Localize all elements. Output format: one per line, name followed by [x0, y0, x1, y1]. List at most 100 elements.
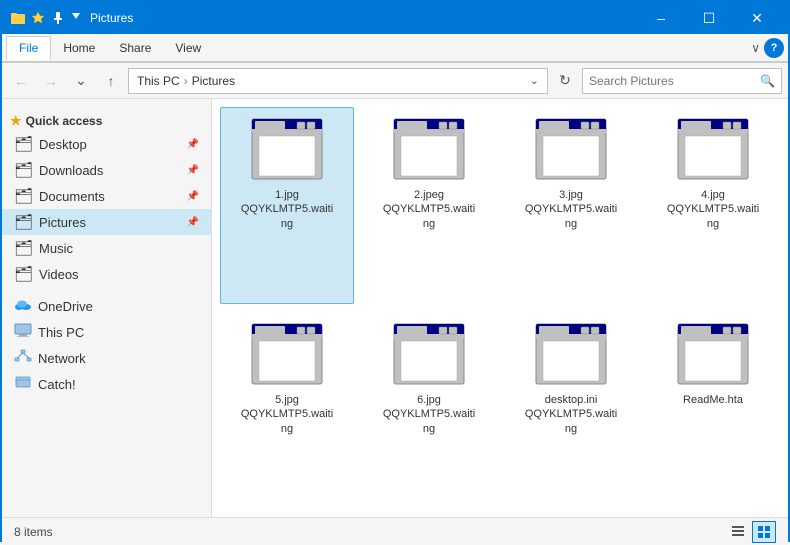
view-controls	[726, 521, 776, 543]
file-label-5: 5.jpgQQYKLMTP5.waiting	[240, 393, 335, 436]
folder-icon-videos: 🗂	[14, 265, 33, 283]
sidebar-item-downloads[interactable]: 🗂 Downloads 📌	[2, 157, 211, 183]
file-icon-2	[389, 114, 469, 184]
window-controls: – ☐ ✕	[638, 2, 780, 34]
pin-icon-downloads: 📌	[187, 165, 199, 176]
breadcrumb-thispc: This PC	[137, 74, 180, 88]
file-area: 1.jpgQQYKLMTP5.waiting 2.jpegQQYKLMTP5.	[212, 99, 788, 517]
sidebar-item-videos[interactable]: 🗂 Videos	[2, 261, 211, 287]
pin-icon-desktop: 📌	[187, 139, 199, 150]
title-bar: Pictures – ☐ ✕	[2, 2, 788, 34]
file-label-3: 3.jpgQQYKLMTP5.waiting	[524, 188, 619, 231]
search-box[interactable]: 🔍	[582, 68, 782, 94]
folder-icon-pictures: 🗂	[14, 213, 33, 231]
folder-icon	[10, 10, 26, 26]
sidebar-label-desktop: Desktop	[39, 137, 87, 152]
main-area: ★ Quick access 🗂 Desktop 📌 🗂 Downloads 📌…	[2, 99, 788, 517]
folder-icon-downloads: 🗂	[14, 161, 33, 179]
file-icon-3	[531, 114, 611, 184]
sidebar-item-onedrive[interactable]: OneDrive	[2, 293, 211, 319]
sidebar-label-catch: Catch!	[38, 377, 76, 392]
title-bar-icons	[10, 10, 82, 26]
file-label-4: 4.jpgQQYKLMTP5.waiting	[666, 188, 761, 231]
sidebar-label-music: Music	[39, 241, 73, 256]
sidebar-item-network[interactable]: Network	[2, 345, 211, 371]
sidebar-item-desktop[interactable]: 🗂 Desktop 📌	[2, 131, 211, 157]
file-item-3[interactable]: 3.jpgQQYKLMTP5.waiting	[504, 107, 638, 304]
sidebar-label-downloads: Downloads	[39, 163, 103, 178]
sidebar-item-music[interactable]: 🗂 Music	[2, 235, 211, 261]
folder-icon-desktop: 🗂	[14, 135, 33, 153]
window-title: Pictures	[90, 11, 638, 25]
address-bar: ← → ⌄ ↑ This PC › Pictures ⌄ ↻ 🔍	[2, 63, 788, 99]
file-item-readme[interactable]: ReadMe.hta	[646, 312, 780, 509]
file-label-2: 2.jpegQQYKLMTP5.waiting	[382, 188, 477, 231]
sidebar-label-onedrive: OneDrive	[38, 299, 93, 314]
help-button[interactable]: ?	[764, 38, 784, 58]
file-icon-1	[247, 114, 327, 184]
sidebar-label-documents: Documents	[39, 189, 105, 204]
pin-icon	[50, 10, 66, 26]
sidebar-label-videos: Videos	[39, 267, 79, 282]
file-icon-5	[247, 319, 327, 389]
folder-icon-documents: 🗂	[14, 187, 33, 205]
catch-icon	[14, 375, 32, 393]
file-item-4[interactable]: 4.jpgQQYKLMTP5.waiting	[646, 107, 780, 304]
quick-access-icon	[30, 10, 46, 26]
ribbon-collapse-button[interactable]: ∨	[751, 41, 760, 55]
ribbon-tab-right: ∨ ?	[751, 38, 784, 58]
file-item-desktop-ini[interactable]: desktop.iniQQYKLMTP5.waiting	[504, 312, 638, 509]
pin-icon-documents: 📌	[187, 191, 199, 202]
network-icon	[14, 349, 32, 367]
sidebar: ★ Quick access 🗂 Desktop 📌 🗂 Downloads 📌…	[2, 99, 212, 517]
pin-icon-pictures: 📌	[187, 217, 199, 228]
file-grid: 1.jpgQQYKLMTP5.waiting 2.jpegQQYKLMTP5.	[220, 107, 780, 509]
path-dropdown-button[interactable]: ⌄	[530, 74, 539, 87]
file-icon-4	[673, 114, 753, 184]
up-button[interactable]: ↑	[98, 68, 124, 94]
recent-dropdown-button[interactable]: ⌄	[68, 68, 94, 94]
tab-view[interactable]: View	[163, 37, 213, 59]
search-input[interactable]	[589, 74, 760, 88]
list-view-button[interactable]	[726, 521, 750, 543]
tab-home[interactable]: Home	[51, 37, 107, 59]
file-icon-readme	[673, 319, 753, 389]
thispc-icon	[14, 323, 32, 341]
file-item-5[interactable]: 5.jpgQQYKLMTP5.waiting	[220, 312, 354, 509]
back-button[interactable]: ←	[8, 68, 34, 94]
star-icon: ★	[10, 113, 22, 129]
sidebar-item-thispc[interactable]: This PC	[2, 319, 211, 345]
search-button[interactable]: 🔍	[760, 74, 775, 88]
detail-view-button[interactable]	[752, 521, 776, 543]
dropdown-arrow-icon	[70, 10, 82, 22]
sidebar-item-documents[interactable]: 🗂 Documents 📌	[2, 183, 211, 209]
file-icon-6	[389, 319, 469, 389]
ribbon: File Home Share View ∨ ?	[2, 34, 788, 63]
address-path[interactable]: This PC › Pictures ⌄	[128, 68, 548, 94]
file-icon-desktop-ini	[531, 319, 611, 389]
quick-access-label: Quick access	[26, 114, 103, 128]
tab-share[interactable]: Share	[107, 37, 163, 59]
maximize-button[interactable]: ☐	[686, 2, 732, 34]
sidebar-label-pictures: Pictures	[39, 215, 86, 230]
ribbon-tab-bar: File Home Share View ∨ ?	[2, 34, 788, 62]
file-label-6: 6.jpgQQYKLMTP5.waiting	[382, 393, 477, 436]
sidebar-item-catch[interactable]: Catch!	[2, 371, 211, 397]
file-label-desktop-ini: desktop.iniQQYKLMTP5.waiting	[524, 393, 619, 436]
quick-access-header[interactable]: ★ Quick access	[2, 107, 211, 131]
folder-icon-music: 🗂	[14, 239, 33, 257]
file-item-6[interactable]: 6.jpgQQYKLMTP5.waiting	[362, 312, 496, 509]
file-item-2[interactable]: 2.jpegQQYKLMTP5.waiting	[362, 107, 496, 304]
tab-file[interactable]: File	[6, 36, 51, 60]
breadcrumb-pictures: Pictures	[192, 74, 235, 88]
file-item-1[interactable]: 1.jpgQQYKLMTP5.waiting	[220, 107, 354, 304]
onedrive-icon	[14, 297, 32, 315]
forward-button[interactable]: →	[38, 68, 64, 94]
sidebar-item-pictures[interactable]: 🗂 Pictures 📌	[2, 209, 211, 235]
minimize-button[interactable]: –	[638, 2, 684, 34]
refresh-button[interactable]: ↻	[552, 68, 578, 94]
sidebar-label-thispc: This PC	[38, 325, 84, 340]
file-label-readme: ReadMe.hta	[683, 393, 743, 407]
sidebar-label-network: Network	[38, 351, 86, 366]
close-button[interactable]: ✕	[734, 2, 780, 34]
